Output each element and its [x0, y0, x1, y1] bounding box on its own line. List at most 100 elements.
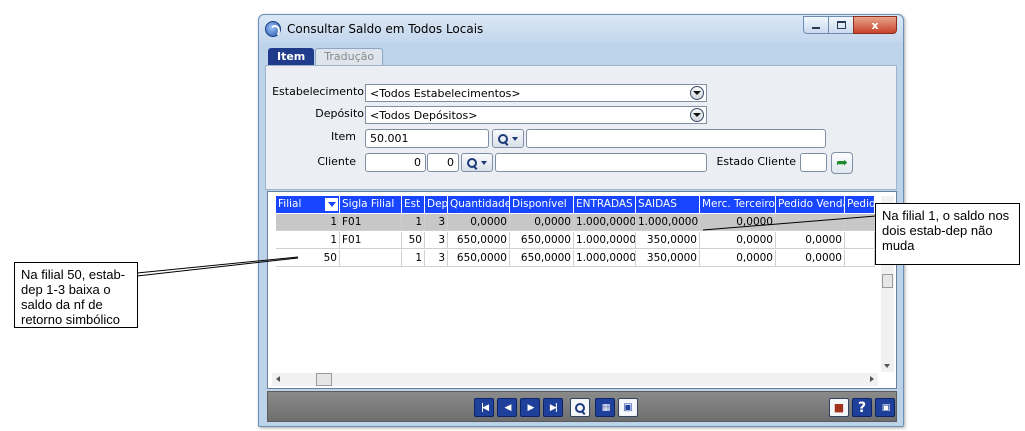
- grid-view-button[interactable]: ▦: [595, 398, 615, 417]
- window-info-button[interactable]: ▣: [875, 398, 895, 417]
- refresh-arrow-icon[interactable]: ➦: [831, 152, 853, 174]
- filter-panel: Estabelecimento <Todos Estabelecimentos>…: [265, 65, 897, 190]
- query-window: Consultar Saldo em Todos Locais x Item T…: [258, 14, 904, 427]
- close-icon: x: [871, 18, 879, 32]
- estado-cliente-label: Estado Cliente: [716, 155, 796, 168]
- item-description-field[interactable]: [526, 129, 826, 148]
- vertical-scroll-thumb[interactable]: [882, 274, 893, 288]
- deposito-value: <Todos Depósitos>: [370, 109, 478, 122]
- grid-header: Filial Sigla Filial Est Dep Quantidade D…: [276, 196, 875, 213]
- minimize-icon: [812, 27, 820, 29]
- balance-grid[interactable]: Filial Sigla Filial Est Dep Quantidade D…: [267, 191, 897, 389]
- cell-merc-terceiros: 0,0000: [700, 250, 776, 267]
- item-label: Item: [330, 130, 356, 143]
- cell-pedido: [845, 214, 875, 231]
- cell-entradas: 1.000,0000: [574, 214, 636, 231]
- item-zoom-button[interactable]: [492, 129, 524, 148]
- scroll-right-arrow-icon[interactable]: [870, 376, 874, 382]
- cell-filial: 50: [276, 250, 340, 267]
- estabelecimento-select[interactable]: <Todos Estabelecimentos>: [365, 84, 707, 102]
- minimize-button[interactable]: [803, 16, 829, 34]
- table-row[interactable]: 1 F01 1 3 0,0000 0,0000 1.000,0000 1.000…: [276, 214, 875, 231]
- cliente-code-input[interactable]: 0: [365, 153, 426, 172]
- estabelecimento-label: Estabelecimento: [272, 85, 364, 98]
- cell-est: 1: [402, 214, 425, 231]
- cell-est: 50: [402, 232, 425, 249]
- dropdown-arrow-icon: [512, 136, 518, 141]
- search-button[interactable]: [570, 398, 590, 417]
- horizontal-scroll-thumb[interactable]: [316, 373, 332, 386]
- cell-pedido: [845, 232, 875, 249]
- cell-pedido-venda: [776, 214, 845, 231]
- cell-disponivel: 650,0000: [510, 232, 574, 249]
- next-record-button[interactable]: ▶: [520, 398, 540, 417]
- col-est[interactable]: Est: [402, 196, 425, 213]
- cliente-name-field[interactable]: [495, 153, 707, 172]
- col-pedido[interactable]: Pedido: [845, 196, 875, 213]
- col-pedido-venda[interactable]: Pedido Venda: [776, 196, 845, 213]
- item-input[interactable]: 50.001: [365, 129, 489, 148]
- cell-pedido: [845, 250, 875, 267]
- cell-dep: 3: [425, 250, 448, 267]
- estado-cliente-input[interactable]: [800, 153, 827, 172]
- search-icon: [575, 402, 585, 413]
- exit-button[interactable]: ■: [829, 398, 849, 417]
- cliente-zoom-button[interactable]: [461, 153, 493, 172]
- screen-export-icon: ▣: [623, 402, 633, 413]
- table-row[interactable]: 50 1 3 650,0000 650,0000 1.000,0000 350,…: [276, 250, 875, 267]
- tab-traducao[interactable]: Tradução: [315, 48, 384, 65]
- cell-dep: 3: [425, 214, 448, 231]
- cell-disponivel: 0,0000: [510, 214, 574, 231]
- cliente-seq-input[interactable]: 0: [427, 153, 459, 172]
- col-filial[interactable]: Filial: [276, 196, 340, 213]
- cell-saidas: 350,0000: [636, 232, 700, 249]
- first-record-button[interactable]: |◀: [474, 398, 494, 417]
- cell-saidas: 350,0000: [636, 250, 700, 267]
- cell-filial: 1: [276, 214, 340, 231]
- sort-down-icon[interactable]: [325, 198, 338, 211]
- cell-disponivel: 650,0000: [510, 250, 574, 267]
- cell-dep: 3: [425, 232, 448, 249]
- search-icon: [467, 157, 477, 168]
- table-row[interactable]: 1 F01 50 3 650,0000 650,0000 1.000,0000 …: [276, 232, 875, 249]
- estabelecimento-value: <Todos Estabelecimentos>: [370, 87, 521, 100]
- title-bar[interactable]: Consultar Saldo em Todos Locais x: [259, 15, 903, 43]
- cell-quantidade: 650,0000: [448, 232, 510, 249]
- first-icon: |◀: [480, 402, 489, 413]
- exit-door-icon: ■: [833, 401, 845, 414]
- help-button[interactable]: ?: [852, 398, 872, 417]
- right-annotation-callout: Na filial 1, o saldo nos dois estab-dep …: [875, 203, 1020, 265]
- cell-pedido-venda: 0,0000: [776, 232, 845, 249]
- right-annotation-text: Na filial 1, o saldo nos dois estab-dep …: [882, 208, 1010, 253]
- cell-entradas: 1.000,0000: [574, 232, 636, 249]
- cell-sigla: [340, 250, 402, 267]
- col-disponivel[interactable]: Disponível: [510, 196, 574, 213]
- chevron-down-icon[interactable]: [690, 108, 704, 122]
- cell-filial: 1: [276, 232, 340, 249]
- scroll-left-arrow-icon[interactable]: [276, 376, 280, 382]
- cell-pedido-venda: 0,0000: [776, 250, 845, 267]
- col-dep[interactable]: Dep: [425, 196, 448, 213]
- dropdown-arrow-icon: [481, 160, 487, 165]
- export-button[interactable]: ▣: [618, 398, 638, 417]
- cell-sigla: F01: [340, 214, 402, 231]
- deposito-select[interactable]: <Todos Depósitos>: [365, 106, 707, 124]
- close-button[interactable]: x: [853, 16, 897, 34]
- window-icon: ▣: [881, 402, 890, 413]
- tab-item[interactable]: Item: [268, 48, 315, 65]
- last-record-button[interactable]: ▶|: [543, 398, 563, 417]
- col-saidas[interactable]: SAIDAS: [636, 196, 700, 213]
- scroll-down-arrow-icon[interactable]: [884, 364, 890, 368]
- col-merc-terceiros[interactable]: Merc. Terceiros: [700, 196, 776, 213]
- col-sigla-filial[interactable]: Sigla Filial: [340, 196, 402, 213]
- horizontal-scrollbar[interactable]: [272, 373, 878, 386]
- cliente-label: Cliente: [317, 155, 356, 168]
- col-quantidade[interactable]: Quantidade: [448, 196, 510, 213]
- table-icon: ▦: [601, 402, 610, 413]
- prev-record-button[interactable]: ◀: [497, 398, 517, 417]
- last-icon: ▶|: [549, 402, 558, 413]
- window-title: Consultar Saldo em Todos Locais: [287, 22, 484, 36]
- col-entradas[interactable]: ENTRADAS: [574, 196, 636, 213]
- maximize-button[interactable]: [828, 16, 854, 34]
- chevron-down-icon[interactable]: [690, 86, 704, 100]
